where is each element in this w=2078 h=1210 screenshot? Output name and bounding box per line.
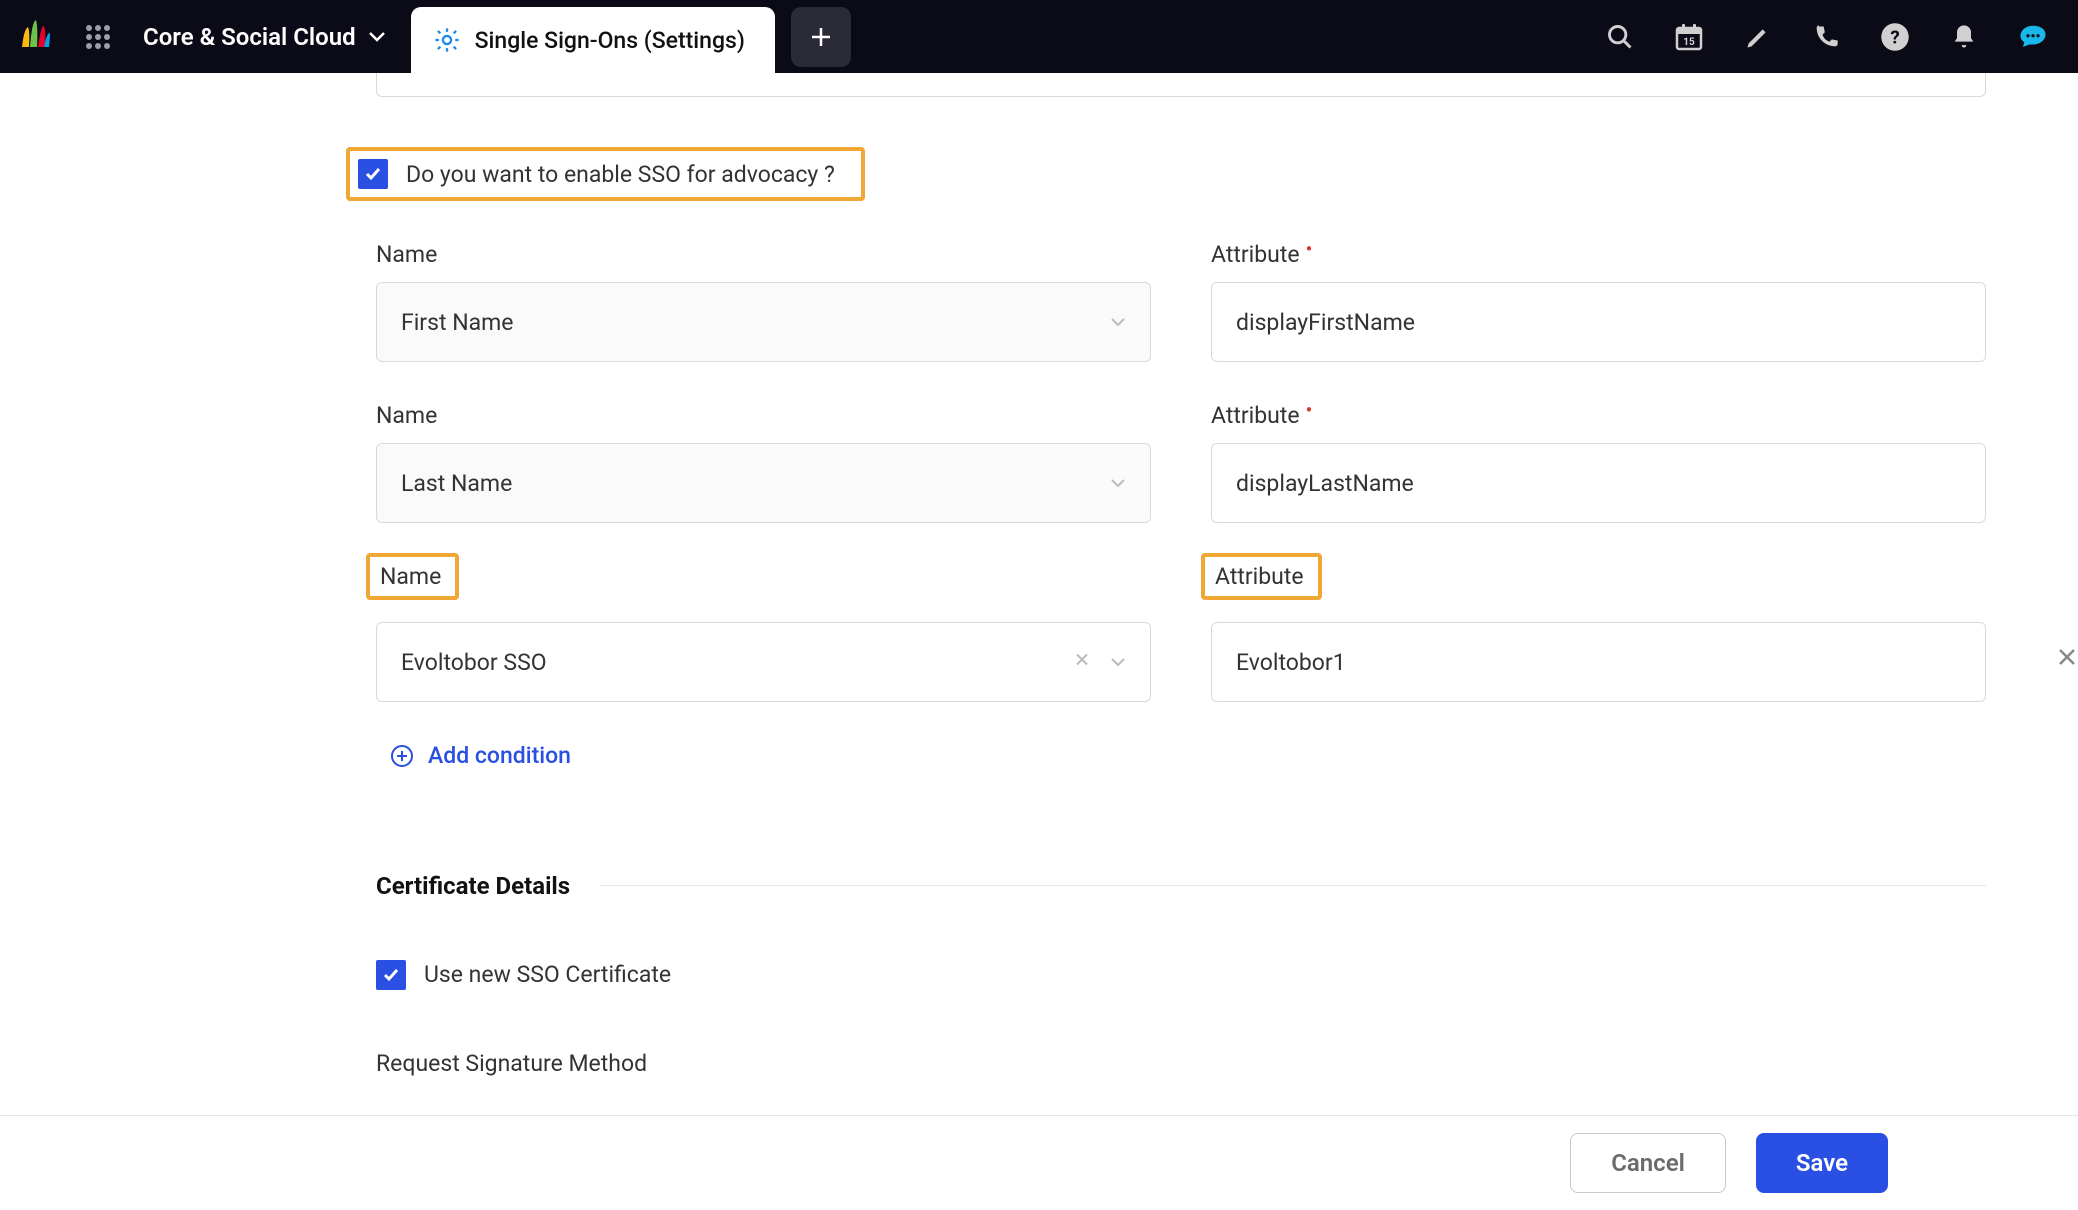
name-select-value: Last Name: [401, 470, 512, 497]
close-icon: [2056, 646, 2078, 668]
certificate-section-header: Certificate Details: [376, 872, 1986, 900]
use-new-cert-label: Use new SSO Certificate: [424, 961, 671, 988]
advocacy-sso-checkbox[interactable]: [358, 159, 388, 189]
apps-grid-icon: [85, 24, 111, 50]
save-button[interactable]: Save: [1756, 1133, 1888, 1193]
workspace-label: Core & Social Cloud: [143, 23, 356, 51]
name-select-firstname[interactable]: First Name: [376, 282, 1151, 362]
attribute-input-lastname[interactable]: displayLastName: [1211, 443, 1986, 523]
topbar: Core & Social Cloud Single Sign-Ons (Set…: [0, 0, 2078, 73]
save-label: Save: [1796, 1149, 1848, 1177]
chevron-down-icon: [1110, 317, 1126, 327]
name-select-value: Evoltobor SSO: [401, 649, 547, 676]
calendar-icon[interactable]: 15: [1674, 22, 1704, 52]
add-tab-button[interactable]: [791, 7, 851, 67]
svg-text:?: ?: [1890, 26, 1899, 48]
name-select-lastname[interactable]: Last Name: [376, 443, 1151, 523]
cancel-label: Cancel: [1611, 1149, 1685, 1177]
bell-icon[interactable]: [1950, 23, 1978, 51]
plus-circle-icon: [390, 744, 414, 768]
topbar-right: 15 ?: [1606, 22, 2078, 52]
advocacy-sso-highlight: Do you want to enable SSO for advocacy ?: [346, 147, 865, 201]
footer-bar: Cancel Save: [0, 1115, 2078, 1210]
svg-text:15: 15: [1683, 37, 1695, 48]
divider: [600, 885, 1986, 886]
attribute-input-firstname[interactable]: displayFirstName: [1211, 282, 1986, 362]
workspace-switcher[interactable]: Core & Social Cloud: [128, 23, 411, 51]
gear-icon: [433, 26, 461, 54]
name-label: Name: [376, 402, 437, 429]
mapping-row-2: Name Last Name Attribute displayLastName: [376, 402, 1986, 523]
mapping-row-1: Name First Name Attribute displayFirstNa…: [376, 241, 1986, 362]
previous-field-remnant: [376, 73, 1986, 97]
add-condition-button[interactable]: Add condition: [390, 742, 571, 769]
name-select-value: First Name: [401, 309, 513, 336]
chevron-down-icon: [1110, 657, 1126, 667]
mapping-row-3: Name Evoltobor SSO Attribute Evol: [376, 553, 1986, 702]
add-condition-label: Add condition: [428, 742, 571, 769]
attribute-label: Attribute: [1211, 241, 1306, 268]
attribute-value: displayLastName: [1236, 470, 1414, 497]
attribute-value: displayFirstName: [1236, 309, 1415, 336]
request-signature-label: Request Signature Method: [376, 1050, 1986, 1077]
chevron-down-icon: [368, 31, 386, 43]
clear-icon[interactable]: [1074, 652, 1090, 673]
cancel-button[interactable]: Cancel: [1570, 1133, 1726, 1193]
certificate-section-title: Certificate Details: [376, 872, 570, 900]
content-area: Do you want to enable SSO for advocacy ?…: [0, 73, 2078, 1115]
topbar-left: Core & Social Cloud Single Sign-Ons (Set…: [0, 0, 851, 73]
tab-label: Single Sign-Ons (Settings): [475, 27, 745, 54]
use-new-cert-checkbox[interactable]: [376, 960, 406, 990]
chat-icon[interactable]: [2018, 22, 2048, 52]
name-select-custom[interactable]: Evoltobor SSO: [376, 622, 1151, 702]
tab-sso-settings[interactable]: Single Sign-Ons (Settings): [411, 7, 775, 73]
pencil-icon[interactable]: [1744, 23, 1772, 51]
chevron-down-icon: [1110, 478, 1126, 488]
delete-row-button[interactable]: [2056, 646, 2078, 668]
attribute-label: Attribute: [1211, 402, 1306, 429]
sprinklr-logo-icon: [14, 17, 54, 57]
plus-icon: [808, 24, 834, 50]
use-new-cert-row: Use new SSO Certificate: [376, 960, 1986, 990]
app-logo[interactable]: [0, 0, 68, 73]
help-icon[interactable]: ?: [1880, 22, 1910, 52]
app-launcher[interactable]: [68, 0, 128, 73]
attribute-input-custom[interactable]: Evoltobor1: [1211, 622, 1986, 702]
search-icon[interactable]: [1606, 23, 1634, 51]
name-label-highlight: Name: [366, 553, 459, 600]
attribute-label-highlight: Attribute: [1201, 553, 1322, 600]
attribute-value: Evoltobor1: [1236, 649, 1346, 676]
name-label: Name: [376, 241, 437, 268]
phone-icon[interactable]: [1812, 23, 1840, 51]
advocacy-sso-label: Do you want to enable SSO for advocacy ?: [406, 161, 835, 188]
